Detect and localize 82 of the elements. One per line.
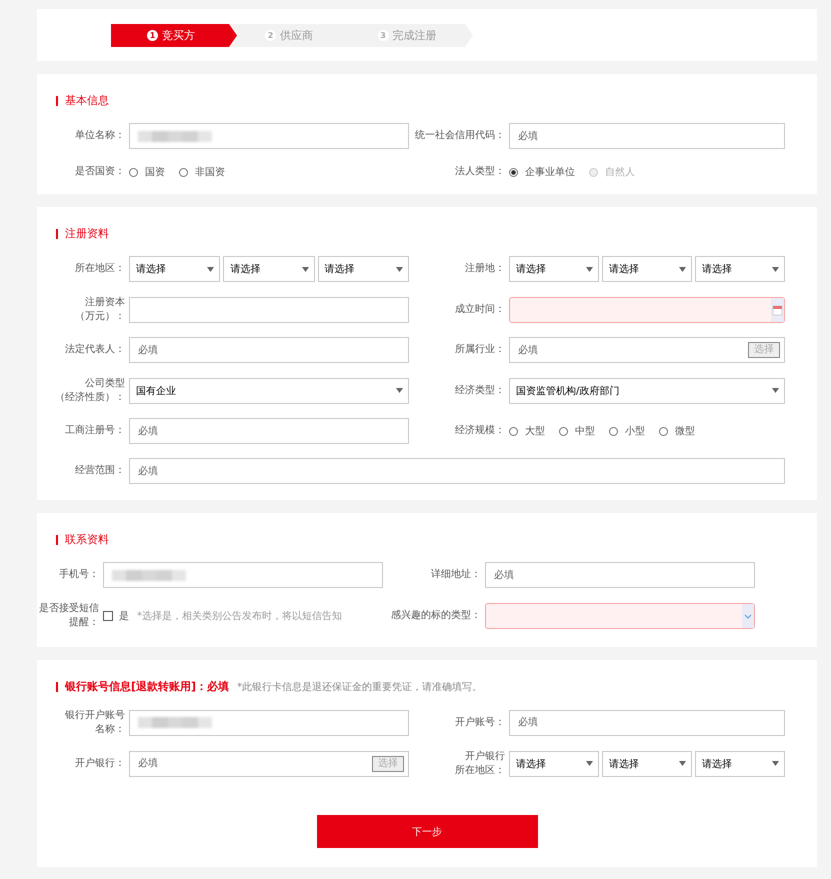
radio-option[interactable]: 非国资 <box>179 165 225 179</box>
field-label: 法定代表人： <box>65 343 125 357</box>
field-label: （经济性质）： <box>55 390 125 404</box>
field-label: 详细地址： <box>431 568 481 582</box>
field-label: 开户银行 <box>465 750 505 764</box>
field-label: 开户账号： <box>455 716 505 730</box>
field-label: 名称： <box>95 722 125 736</box>
hint-text: *选择是，相关类别公告发布时，将以短信告知 <box>137 610 342 622</box>
select-field[interactable]: 请选择 <box>695 750 785 776</box>
field-label: 注册地： <box>465 262 505 276</box>
caret-icon <box>302 266 309 272</box>
select-field[interactable]: 请选择 <box>223 256 315 282</box>
step-number: 2 <box>265 30 276 41</box>
field-label: 所在地区： <box>455 764 505 777</box>
caret-icon <box>679 761 686 766</box>
field-label: 工商注册号： <box>65 424 125 438</box>
step-number: 3 <box>378 30 388 41</box>
field-label: 成立时间： <box>455 302 505 316</box>
field-label: 公司类型 <box>85 377 125 390</box>
step-label: 供应商 <box>280 28 313 43</box>
field-label: 所在地区： <box>75 262 125 276</box>
caret-icon <box>586 266 593 272</box>
select-field[interactable]: 国资监管机构/政府部门 <box>509 378 785 404</box>
field-label: 经济类型： <box>455 384 505 398</box>
caret-icon <box>207 266 214 272</box>
select-field[interactable]: 请选择 <box>602 256 692 282</box>
step-label: 完成注册 <box>392 28 436 43</box>
input-field[interactable]: 必填 <box>485 562 755 588</box>
input-field[interactable]: 必填 <box>509 710 785 736</box>
caret-icon <box>772 388 779 393</box>
radio-option[interactable]: 大型 <box>509 424 545 438</box>
field-label: 银行开户账号 <box>65 709 125 722</box>
field-label: 提醒： <box>69 616 99 629</box>
dropdown-field[interactable] <box>485 602 755 628</box>
caret-icon <box>396 388 403 393</box>
select-field[interactable]: 请选择 <box>509 256 599 282</box>
input-field[interactable]: 必填 <box>129 418 409 444</box>
radio-option[interactable]: 企事业单位 <box>509 165 575 179</box>
field-label: 所属行业： <box>455 343 505 357</box>
field-label: 经济规模： <box>455 424 505 438</box>
caret-icon <box>679 266 686 272</box>
select-field[interactable]: 请选择 <box>509 750 599 776</box>
field-label: 是否国资： <box>75 165 125 179</box>
select-field[interactable]: 请选择 <box>318 256 409 282</box>
select-field[interactable]: 请选择 <box>695 256 785 282</box>
section-title: 联系资料 <box>65 532 109 547</box>
next-step-button[interactable]: 下一步 <box>316 815 538 848</box>
select-field[interactable]: 国有企业 <box>129 378 409 404</box>
step-number: 1 <box>147 30 158 41</box>
field-label: 统一社会信用代码： <box>415 129 505 143</box>
section-note: *此银行卡信息是退还保证金的重要凭证，请准确填写。 <box>237 680 482 694</box>
input-field[interactable] <box>129 296 409 322</box>
radio-option[interactable]: 微型 <box>659 424 695 438</box>
input-field[interactable]: 必填 <box>129 337 409 363</box>
input-field[interactable]: 必填 <box>129 458 785 484</box>
field-label: 手机号： <box>59 568 99 582</box>
radio-option[interactable]: 国资 <box>129 165 165 179</box>
section-title: 基本信息 <box>65 93 109 108</box>
chevron-down-icon <box>742 604 754 628</box>
field-label: 单位名称： <box>75 129 125 143</box>
field-label: 开户银行： <box>75 756 125 770</box>
select-field[interactable]: 请选择 <box>129 256 220 282</box>
caret-icon <box>772 761 779 766</box>
section-title: 银行账号信息[退款转账用]：必填 <box>65 679 230 694</box>
caret-icon <box>772 266 779 272</box>
field-label: （万元）： <box>75 310 125 323</box>
date-field[interactable] <box>509 296 785 322</box>
section-title: 注册资料 <box>65 226 109 241</box>
caret-icon <box>586 761 593 766</box>
caret-icon <box>396 266 403 272</box>
select-field[interactable]: 请选择 <box>602 750 692 776</box>
field-label: 是否接受短信 <box>39 602 99 616</box>
field-label: 经营范围： <box>75 464 125 478</box>
field-label: 感兴趣的标的类型： <box>391 608 481 622</box>
input-field[interactable]: 必填 <box>509 123 785 149</box>
calendar-icon <box>771 298 784 322</box>
field-label: 法人类型： <box>455 165 505 179</box>
step-label: 竞买方 <box>162 28 195 43</box>
checkbox-option[interactable]: 是 <box>103 608 129 622</box>
radio-option[interactable]: 中型 <box>559 424 595 438</box>
radio-option[interactable]: 小型 <box>609 424 645 438</box>
field-label: 注册资本 <box>85 296 125 310</box>
